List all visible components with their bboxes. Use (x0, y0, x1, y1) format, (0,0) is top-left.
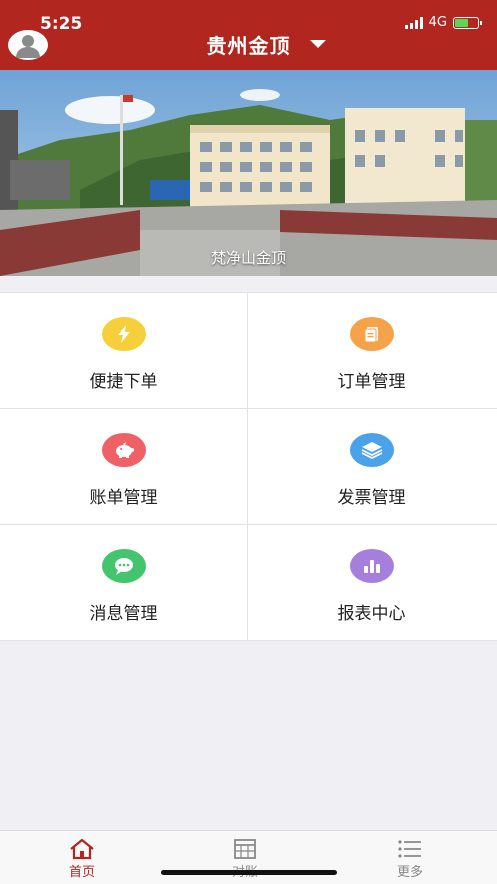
tab-home[interactable]: 首页 (42, 837, 122, 880)
tab-more[interactable]: 更多 (370, 837, 450, 880)
chevron-down-icon[interactable] (310, 40, 326, 48)
signal-icon (404, 16, 423, 29)
home-icon (42, 837, 122, 861)
calendar-icon (205, 837, 285, 861)
tab-label: 首页 (68, 865, 95, 880)
tab-bar: 首页 对账 更多 (0, 830, 497, 884)
menu-item-label: 消息管理 (89, 604, 158, 624)
menu-item-label: 便捷下单 (89, 372, 158, 392)
divider (0, 640, 497, 641)
menu-item-label: 报表中心 (337, 604, 406, 624)
battery-icon (453, 16, 482, 29)
home-indicator (161, 870, 337, 875)
factory-photo (0, 70, 497, 276)
tab-label: 更多 (396, 865, 423, 880)
chat-icon (101, 549, 146, 583)
title-selector[interactable]: 贵州金顶 (0, 30, 497, 59)
banner-image[interactable]: 梵净山金顶 (0, 70, 497, 276)
piggy-bank-icon (101, 433, 146, 467)
layers-icon (349, 433, 394, 467)
menu-item-invoice-management[interactable]: 发票管理 (248, 409, 495, 524)
network-type: 4G (428, 15, 447, 30)
status-indicators: 4G (404, 15, 482, 30)
document-icon (349, 317, 394, 351)
page-title: 贵州金顶 (206, 34, 291, 58)
header-bar: 5:25 4G 贵州金顶 (0, 0, 497, 70)
list-icon (370, 837, 450, 861)
menu-item-message-management[interactable]: 消息管理 (0, 525, 247, 640)
menu-item-label: 订单管理 (337, 372, 406, 392)
menu-item-order-management[interactable]: 订单管理 (248, 293, 495, 408)
menu-item-quick-order[interactable]: 便捷下单 (0, 293, 247, 408)
menu-item-label: 账单管理 (89, 488, 158, 508)
bar-chart-icon (349, 549, 394, 583)
menu-item-report-center[interactable]: 报表中心 (248, 525, 495, 640)
menu-grid: 便捷下单 订单管理 账单管理 发票管理 消息管理 报表中心 (0, 292, 497, 641)
banner-caption: 梵净山金顶 (210, 249, 286, 267)
lightning-icon (101, 317, 146, 351)
menu-item-label: 发票管理 (337, 488, 406, 508)
menu-item-bill-management[interactable]: 账单管理 (0, 409, 247, 524)
